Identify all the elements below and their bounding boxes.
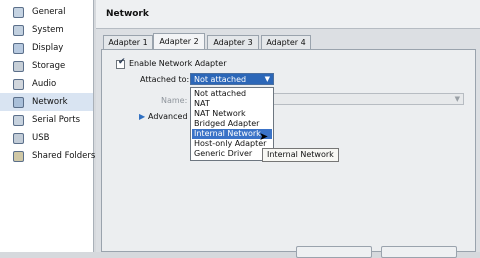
option-generic-driver[interactable]: Generic Driver [192,149,272,159]
attached-to-value: Not attached [194,75,247,84]
shared-folders-icon [13,150,24,162]
sidebar-item-label: System [32,25,64,35]
sidebar-item-label: Display [32,43,64,53]
enable-adapter-label: Enable Network Adapter [129,59,227,68]
sidebar-item-label: Network [32,97,68,107]
sidebar-item-system[interactable]: System [0,21,93,39]
sidebar-item-label: Storage [32,61,66,71]
tab-adapter-2[interactable]: Adapter 2 [153,33,205,49]
system-icon [13,24,24,36]
checkmark-icon: ✔ [118,57,126,67]
ok-button[interactable] [296,246,372,258]
expand-arrow-icon[interactable]: ▶ [139,112,145,121]
sidebar-item-general[interactable]: General [0,3,93,21]
sidebar-item-label: Serial Ports [32,115,81,125]
cancel-button[interactable] [381,246,457,258]
option-not-attached[interactable]: Not attached [192,89,272,99]
sidebar-item-label: USB [32,133,50,143]
tab-adapter-3[interactable]: Adapter 3 [207,35,259,49]
sidebar-item-usb[interactable]: USB [0,129,93,147]
sidebar-item-shared-folders[interactable]: Shared Folders [0,147,96,165]
general-icon [13,6,24,18]
chevron-down-icon: ▼ [454,95,460,103]
display-icon [13,42,24,54]
page-title: Network [106,9,149,19]
sidebar-item-label: General [32,7,66,17]
attached-to-select[interactable]: Not attached ▼ [190,73,274,85]
storage-icon [13,60,24,72]
attached-to-label: Attached to: [140,75,190,84]
advanced-toggle[interactable]: Advanced [148,112,188,121]
chevron-down-icon: ▼ [264,75,270,83]
option-bridged-adapter[interactable]: Bridged Adapter [192,119,272,129]
section-header: Network [96,0,480,29]
sidebar-item-audio[interactable]: Audio [0,75,93,93]
audio-icon [13,78,24,90]
sidebar-item-label: Shared Folders [32,151,96,161]
sidebar-item-serial-ports[interactable]: Serial Ports [0,111,93,129]
tab-adapter-4[interactable]: Adapter 4 [261,35,311,49]
option-nat[interactable]: NAT [192,99,272,109]
name-combobox[interactable]: ▼ [270,93,464,105]
sidebar-item-network[interactable]: Network [0,93,93,111]
option-nat-network[interactable]: NAT Network [192,109,272,119]
adapter-panel: ✔ Enable Network Adapter Attached to: No… [101,49,476,252]
sidebar-item-display[interactable]: Display [0,39,93,57]
name-label: Name: [161,96,188,105]
main-area: Network Adapter 1 Adapter 2 Adapter 3 Ad… [96,0,480,258]
usb-icon [13,132,24,144]
settings-sidebar: General System Display Storage Audio Net… [0,0,96,252]
sidebar-item-label: Audio [32,79,57,89]
tab-adapter-1[interactable]: Adapter 1 [103,35,153,49]
tooltip: Internal Network [262,148,339,162]
enable-adapter-checkbox[interactable]: ✔ [116,57,126,69]
sidebar-item-storage[interactable]: Storage [0,57,93,75]
mouse-cursor-icon: ➤ [259,130,269,143]
serial-ports-icon [13,114,24,126]
network-icon [13,96,24,108]
